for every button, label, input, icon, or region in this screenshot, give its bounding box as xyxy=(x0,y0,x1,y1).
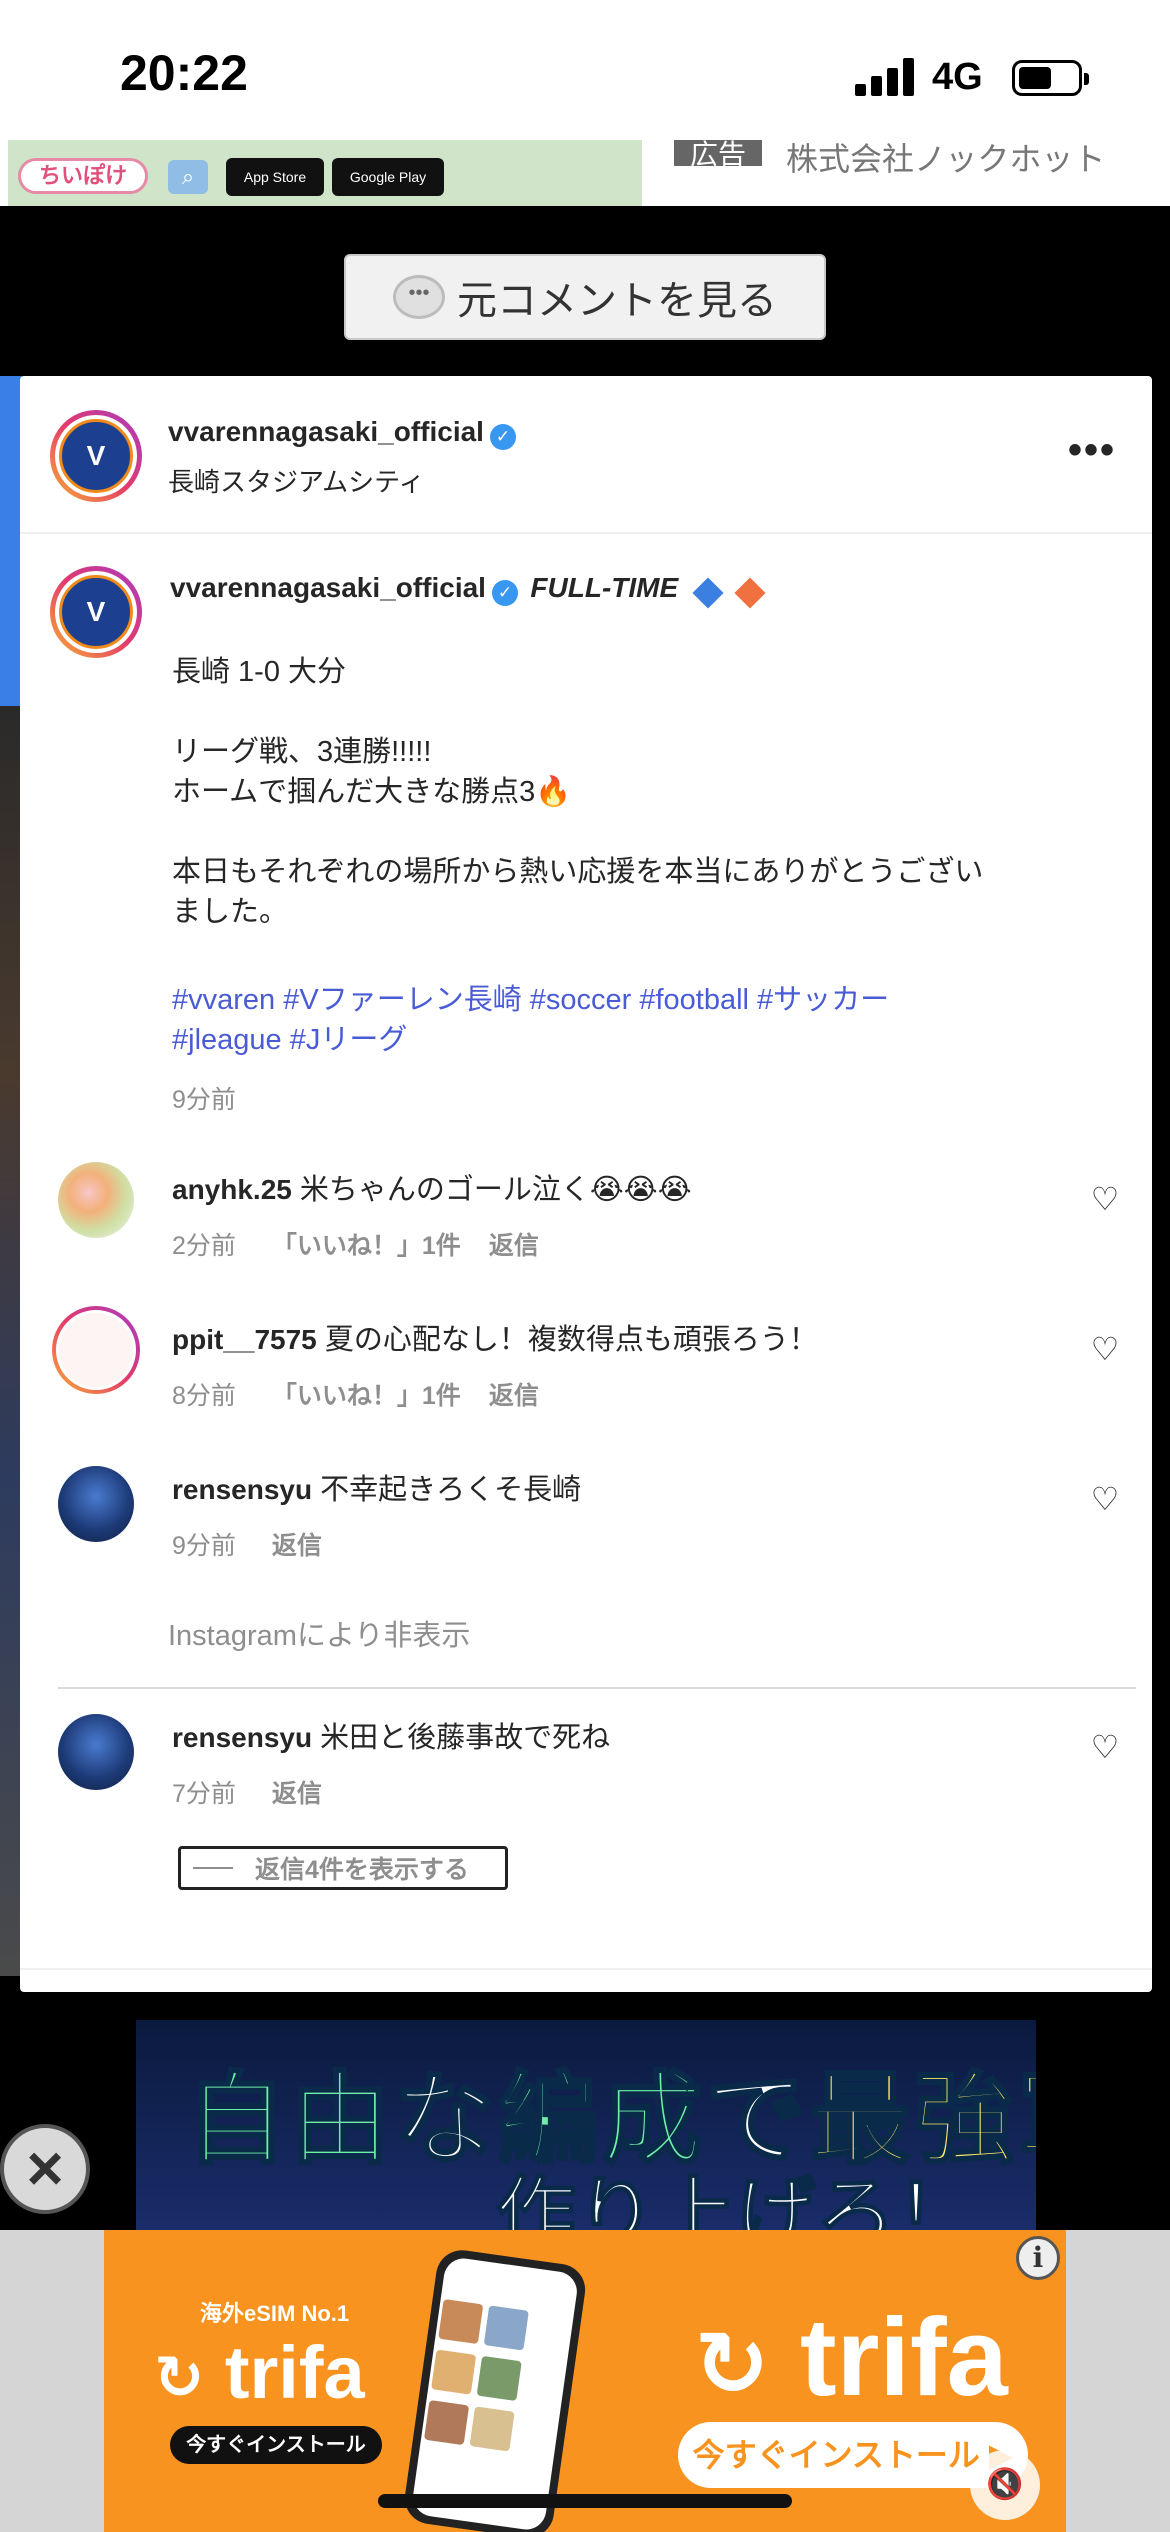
reply-button[interactable]: 返信 xyxy=(272,1780,322,1808)
caption-username[interactable]: vvarennagasaki_official xyxy=(170,572,486,603)
speech-bubble-icon: ••• xyxy=(393,275,445,319)
google-play-badge[interactable]: Google Play xyxy=(332,158,444,196)
comment: ppit__7575 夏の心配なし！複数得点も頑張ろう！ xyxy=(172,1316,818,1358)
author-avatar[interactable]: V xyxy=(50,410,142,502)
game-ad-subline: 作り上げろ！ xyxy=(495,2169,977,2230)
network-type: 4G xyxy=(932,56,983,98)
divider xyxy=(58,1687,1136,1689)
view-original-label: 元コメントを見る xyxy=(457,279,777,323)
comment-text: 不幸起きろくそ長崎 xyxy=(320,1474,582,1506)
comment-username[interactable]: rensensyu xyxy=(172,1722,312,1753)
comment-text: 米ちゃんのゴール泣く😭😭😭 xyxy=(299,1174,692,1206)
more-options-button[interactable]: ••• xyxy=(1068,428,1116,473)
comment-username[interactable]: anyhk.25 xyxy=(172,1174,292,1205)
status-bar: 20:22 4G xyxy=(0,0,1170,140)
top-ad-banner[interactable]: ちいぽけ ⌕ App Store Google Play 広告 株式会社ノックホ… xyxy=(0,140,1170,206)
author-header: vvarennagasaki_official ✓ xyxy=(168,416,516,450)
ad-label: 広告 xyxy=(674,140,762,166)
comment-username[interactable]: rensensyu xyxy=(172,1474,312,1505)
reply-button[interactable]: 返信 xyxy=(272,1532,322,1560)
ad-tagline: 海外eSIM No.1 xyxy=(200,2301,350,2326)
hidden-by-instagram-notice[interactable]: Instagramにより非表示 xyxy=(168,1612,470,1654)
comment-time: 8分前 xyxy=(172,1382,236,1410)
comment-meta: 7分前 返信 xyxy=(172,1774,322,1810)
comment-time: 7分前 xyxy=(172,1780,236,1808)
commenter-avatar[interactable] xyxy=(58,1162,134,1238)
advertiser-name: 株式会社ノックホット xyxy=(786,141,1106,177)
ad-brand: ちいぽけ xyxy=(18,158,148,194)
battery-icon xyxy=(1012,60,1089,96)
phone-image xyxy=(401,2246,589,2532)
club-logo-icon: V xyxy=(59,575,133,649)
background-image-strip xyxy=(0,376,22,1976)
caption-body: 長崎 1-0 大分 リーグ戦、3連勝!!!!! ホームで掴んだ大きな勝点3🔥 本… xyxy=(172,656,984,928)
post-time: 9分前 xyxy=(172,1086,236,1114)
home-indicator xyxy=(378,2494,792,2508)
comment-meta: 8分前 「いいね！」1件 返信 xyxy=(172,1376,539,1412)
verified-badge-icon: ✓ xyxy=(491,579,518,606)
like-heart-icon[interactable]: ♡ xyxy=(1088,1482,1122,1516)
comment-meta: 2分前 「いいね！」1件 返信 xyxy=(172,1226,539,1262)
orange-diamond-icon xyxy=(734,577,766,609)
comment-username[interactable]: ppit__7575 xyxy=(172,1324,317,1355)
caption-header: vvarennagasaki_official ✓ FULL-TIME xyxy=(170,572,766,609)
search-icon: ⌕ xyxy=(168,160,208,194)
comment: anyhk.25 米ちゃんのゴール泣く😭😭😭 xyxy=(172,1166,692,1208)
blue-diamond-icon xyxy=(692,577,724,609)
ad-info-icon[interactable]: i xyxy=(1016,2236,1060,2280)
verified-badge-icon: ✓ xyxy=(489,423,516,450)
ad-image[interactable]: ちいぽけ ⌕ App Store Google Play xyxy=(8,140,642,206)
commenter-avatar[interactable] xyxy=(58,1466,134,1542)
divider-line xyxy=(193,1867,233,1869)
mute-icon[interactable]: 🔇 xyxy=(970,2450,1040,2520)
club-logo-icon: V xyxy=(59,419,133,493)
comment-text: 夏の心配なし！複数得点も頑張ろう！ xyxy=(324,1324,818,1356)
hashtags-line-2[interactable]: #jleague #Jリーグ xyxy=(172,1020,407,1060)
trifa-logo-large: ↻ trifa xyxy=(694,2296,1008,2419)
divider xyxy=(20,532,1152,534)
view-replies-label: 返信4件を表示する xyxy=(255,1856,469,1884)
reply-button[interactable]: 返信 xyxy=(489,1382,539,1410)
comment: rensensyu 米田と後藤事故で死ね xyxy=(172,1714,610,1756)
commenter-avatar[interactable] xyxy=(58,1714,134,1790)
caption-author-avatar[interactable]: V xyxy=(50,566,142,658)
comment-text: 米田と後藤事故で死ね xyxy=(320,1722,611,1754)
clock: 20:22 xyxy=(120,45,248,101)
close-ad-icon[interactable]: × xyxy=(0,2124,90,2214)
like-heart-icon[interactable]: ♡ xyxy=(1088,1730,1122,1764)
caption-title: FULL-TIME xyxy=(530,572,679,603)
author-username[interactable]: vvarennagasaki_official xyxy=(168,416,484,447)
commenter-avatar[interactable] xyxy=(52,1306,140,1394)
trifa-ad-banner[interactable]: 海外eSIM No.1 ↻ trifa 今すぐインストール ↻ trifa 今す… xyxy=(104,2230,1066,2532)
like-heart-icon[interactable]: ♡ xyxy=(1088,1332,1122,1366)
comment-likes[interactable]: 「いいね！」1件 xyxy=(272,1382,461,1410)
comment: rensensyu 不幸起きろくそ長崎 xyxy=(172,1466,581,1508)
game-ad-banner[interactable]: 自由な編成で最強軍 作り上げろ！ xyxy=(136,2020,1036,2230)
install-button-small[interactable]: 今すぐインストール xyxy=(170,2426,382,2464)
view-original-comment-button[interactable]: ••• 元コメントを見る xyxy=(344,254,826,340)
signal-icon xyxy=(855,58,915,96)
like-heart-icon[interactable]: ♡ xyxy=(1088,1182,1122,1216)
view-replies-button[interactable]: 返信4件を表示する xyxy=(178,1846,508,1890)
reply-button[interactable]: 返信 xyxy=(489,1232,539,1260)
divider xyxy=(20,1968,1152,1970)
app-store-badge[interactable]: App Store xyxy=(226,158,324,196)
hashtags-line-1[interactable]: #vvaren #Vファーレン長崎 #soccer #football #サッカ… xyxy=(172,980,889,1020)
post-location[interactable]: 長崎スタジアムシティ xyxy=(168,462,425,499)
comment-time: 9分前 xyxy=(172,1532,236,1560)
instagram-embed: V vvarennagasaki_official ✓ 長崎スタジアムシティ ••… xyxy=(20,376,1152,1992)
comment-time: 2分前 xyxy=(172,1232,236,1260)
comment-likes[interactable]: 「いいね！」1件 xyxy=(272,1232,461,1260)
trifa-logo: ↻ trifa xyxy=(154,2331,365,2414)
comment-meta: 9分前 返信 xyxy=(172,1526,322,1562)
